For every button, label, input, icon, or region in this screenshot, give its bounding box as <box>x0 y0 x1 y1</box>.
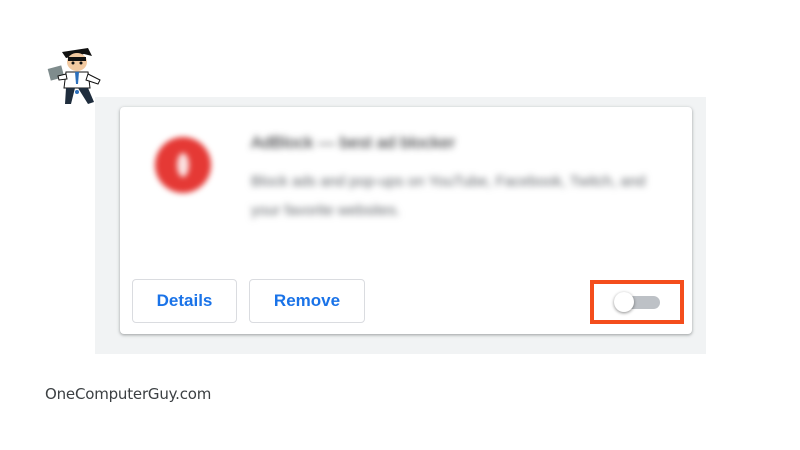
enable-extension-toggle[interactable] <box>614 292 662 312</box>
details-button[interactable]: Details <box>132 279 237 323</box>
toggle-knob <box>614 292 634 312</box>
extension-name: AdBlock — best ad blocker <box>251 133 456 152</box>
extension-icon <box>155 137 211 193</box>
extension-description: Block ads and pop-ups on YouTube, Facebo… <box>251 173 646 219</box>
watermark: OneComputerGuy.com <box>45 385 212 403</box>
remove-button[interactable]: Remove <box>249 279 365 323</box>
